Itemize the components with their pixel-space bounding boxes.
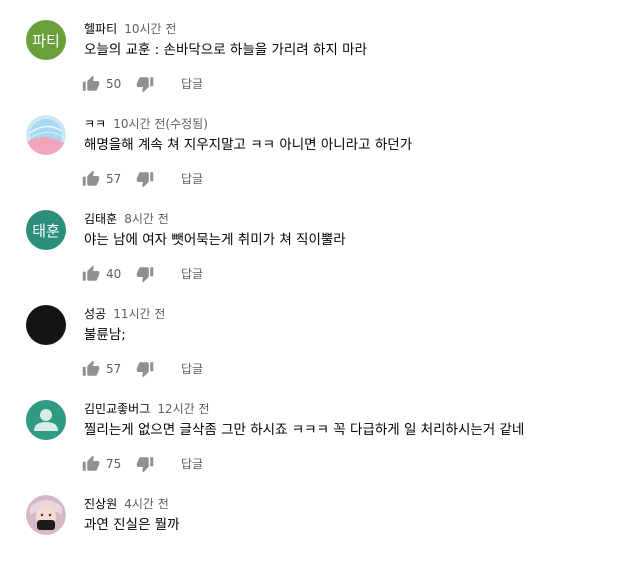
dislike-button[interactable]: [136, 265, 154, 283]
thumbs-up-icon: [82, 170, 100, 186]
author-name[interactable]: 성공: [84, 307, 106, 321]
author-name[interactable]: 김민교좋버그: [84, 402, 150, 416]
like-button[interactable]: [82, 360, 100, 378]
comment-item: 파티 헬파티 10시간 전 오늘의 교훈 : 손바닥으로 하늘을 가리려 하지 …: [0, 20, 629, 112]
author-name[interactable]: 헬파티: [84, 22, 117, 36]
author-name[interactable]: ㅋㅋ: [84, 117, 106, 131]
comment-actions: 57 답글: [82, 359, 382, 379]
comment-time[interactable]: 10시간 전: [124, 22, 176, 36]
comment-thread: 파티 헬파티 10시간 전 오늘의 교훈 : 손바닥으로 하늘을 가리려 하지 …: [0, 0, 629, 535]
reply-button[interactable]: 답글: [181, 266, 203, 282]
thumbs-down-icon: [136, 457, 154, 473]
comment-item: 태훈 김태훈 8시간 전 야는 남에 여자 뺏어묵는게 취미가 쳐 직이뿔라 4…: [0, 210, 629, 302]
thumbs-up-icon: [82, 265, 100, 281]
reply-button[interactable]: 답글: [181, 76, 203, 92]
comment-item: ㅋㅋ 10시간 전(수정됨) 해명을해 계속 쳐 지우지말고 ㅋㅋ 아니면 아니…: [0, 115, 629, 207]
avatar[interactable]: 파티: [26, 20, 66, 60]
author-name[interactable]: 김태훈: [84, 212, 117, 226]
thumbs-down-icon: [136, 267, 154, 283]
avatar[interactable]: [26, 400, 66, 440]
dislike-button[interactable]: [136, 455, 154, 473]
comment-time[interactable]: 8시간 전: [124, 212, 169, 226]
comment-text: 불륜남;: [84, 327, 126, 343]
reply-button[interactable]: 답글: [181, 361, 203, 377]
avatar[interactable]: [26, 495, 66, 535]
like-count: 57: [106, 362, 122, 376]
thumbs-up-icon: [82, 75, 100, 91]
comment-header: ㅋㅋ 10시간 전(수정됨): [84, 115, 208, 131]
like-count: 75: [106, 457, 122, 471]
comment-actions: 50 답글: [82, 74, 382, 94]
comment-header: 김민교좋버그 12시간 전: [84, 400, 210, 416]
avatar[interactable]: 태훈: [26, 210, 66, 250]
comment-item: 성공 11시간 전 불륜남; 57 답글: [0, 305, 629, 397]
like-count: 57: [106, 172, 122, 186]
avatar[interactable]: [26, 115, 66, 155]
avatar[interactable]: [26, 305, 66, 345]
comment-actions: 75 답글: [82, 454, 382, 474]
like-button[interactable]: [82, 265, 100, 283]
thumbs-up-icon: [82, 455, 100, 471]
person-photo-avatar: [26, 495, 66, 535]
comment-item: 진상원 4시간 전 과연 진실은 뭘까: [0, 495, 629, 587]
dislike-button[interactable]: [136, 75, 154, 93]
like-count: 50: [106, 77, 122, 91]
person-icon: [34, 409, 58, 431]
comment-item: 김민교좋버그 12시간 전 찔리는게 없으면 글삭좀 그만 하시죠 ㅋㅋㅋ 꼭 …: [0, 400, 629, 492]
comment-header: 성공 11시간 전: [84, 305, 165, 321]
dislike-button[interactable]: [136, 360, 154, 378]
avatar-initials: 파티: [32, 31, 60, 50]
author-name[interactable]: 진상원: [84, 497, 117, 511]
thumbs-down-icon: [136, 77, 154, 93]
comment-text: 해명을해 계속 쳐 지우지말고 ㅋㅋ 아니면 아니라고 하던가: [84, 137, 413, 153]
comment-header: 김태훈 8시간 전: [84, 210, 169, 226]
thumbs-down-icon: [136, 172, 154, 188]
comment-actions: 57 답글: [82, 169, 382, 189]
like-count: 40: [106, 267, 122, 281]
like-button[interactable]: [82, 170, 100, 188]
comment-header: 진상원 4시간 전: [84, 495, 169, 511]
comment-time[interactable]: 11시간 전: [113, 307, 165, 321]
comment-time[interactable]: 4시간 전: [124, 497, 169, 511]
reply-button[interactable]: 답글: [181, 456, 203, 472]
dislike-button[interactable]: [136, 170, 154, 188]
comment-header: 헬파티 10시간 전: [84, 20, 176, 36]
thumbs-up-icon: [82, 360, 100, 376]
comment-actions: 40 답글: [82, 264, 382, 284]
comment-text: 찔리는게 없으면 글삭좀 그만 하시죠 ㅋㅋㅋ 꼭 다급하게 일 처리하시는거 …: [84, 422, 525, 438]
reply-button[interactable]: 답글: [181, 171, 203, 187]
pastel-sphere-avatar: [26, 115, 66, 155]
comment-text: 오늘의 교훈 : 손바닥으로 하늘을 가리려 하지 마라: [84, 42, 367, 58]
comment-time[interactable]: 12시간 전: [157, 402, 209, 416]
comment-text: 과연 진실은 뭘까: [84, 517, 180, 533]
avatar-initials: 태훈: [32, 221, 60, 240]
comment-text: 야는 남에 여자 뺏어묵는게 취미가 쳐 직이뿔라: [84, 232, 346, 248]
like-button[interactable]: [82, 455, 100, 473]
comment-time[interactable]: 10시간 전(수정됨): [113, 117, 208, 131]
thumbs-down-icon: [136, 362, 154, 378]
like-button[interactable]: [82, 75, 100, 93]
